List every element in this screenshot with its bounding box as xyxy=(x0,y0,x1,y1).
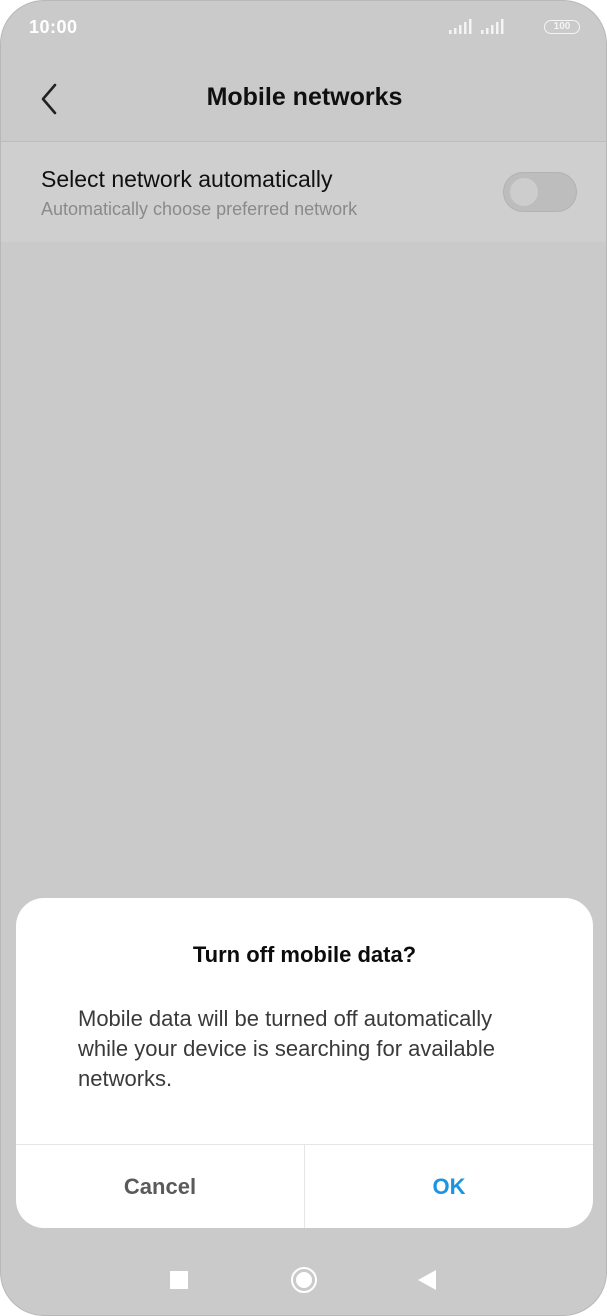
status-bar: 10:00 100 xyxy=(1,1,606,57)
back-icon[interactable] xyxy=(418,1270,436,1290)
navigation-bar xyxy=(1,1245,606,1315)
auto-network-toggle[interactable] xyxy=(503,172,577,212)
turn-off-mobile-data-dialog: Turn off mobile data? Mobile data will b… xyxy=(16,898,593,1228)
toggle-knob xyxy=(509,177,539,207)
dialog-message: Mobile data will be turned off automatic… xyxy=(78,1006,495,1091)
setting-subtitle: Automatically choose preferred network xyxy=(41,199,358,219)
phone-screen: 10:00 100 Mobile networks Select network… xyxy=(0,0,607,1316)
page-title: Mobile networks xyxy=(206,83,403,111)
home-icon[interactable] xyxy=(291,1267,317,1293)
recents-icon[interactable] xyxy=(170,1271,188,1289)
setting-title: Select network automatically xyxy=(41,166,333,192)
signal-icon xyxy=(449,19,472,34)
status-time: 10:00 xyxy=(29,17,78,37)
ok-button[interactable]: OK xyxy=(305,1145,593,1228)
battery-level: 100 xyxy=(553,21,571,32)
setting-select-network-automatically[interactable]: Select network automatically Automatical… xyxy=(1,142,606,242)
battery-icon: 100 xyxy=(544,20,580,34)
home-icon-inner xyxy=(296,1272,312,1288)
signal-icon xyxy=(481,19,504,34)
dialog-title: Turn off mobile data? xyxy=(192,942,417,967)
cancel-button[interactable]: Cancel xyxy=(16,1145,304,1228)
